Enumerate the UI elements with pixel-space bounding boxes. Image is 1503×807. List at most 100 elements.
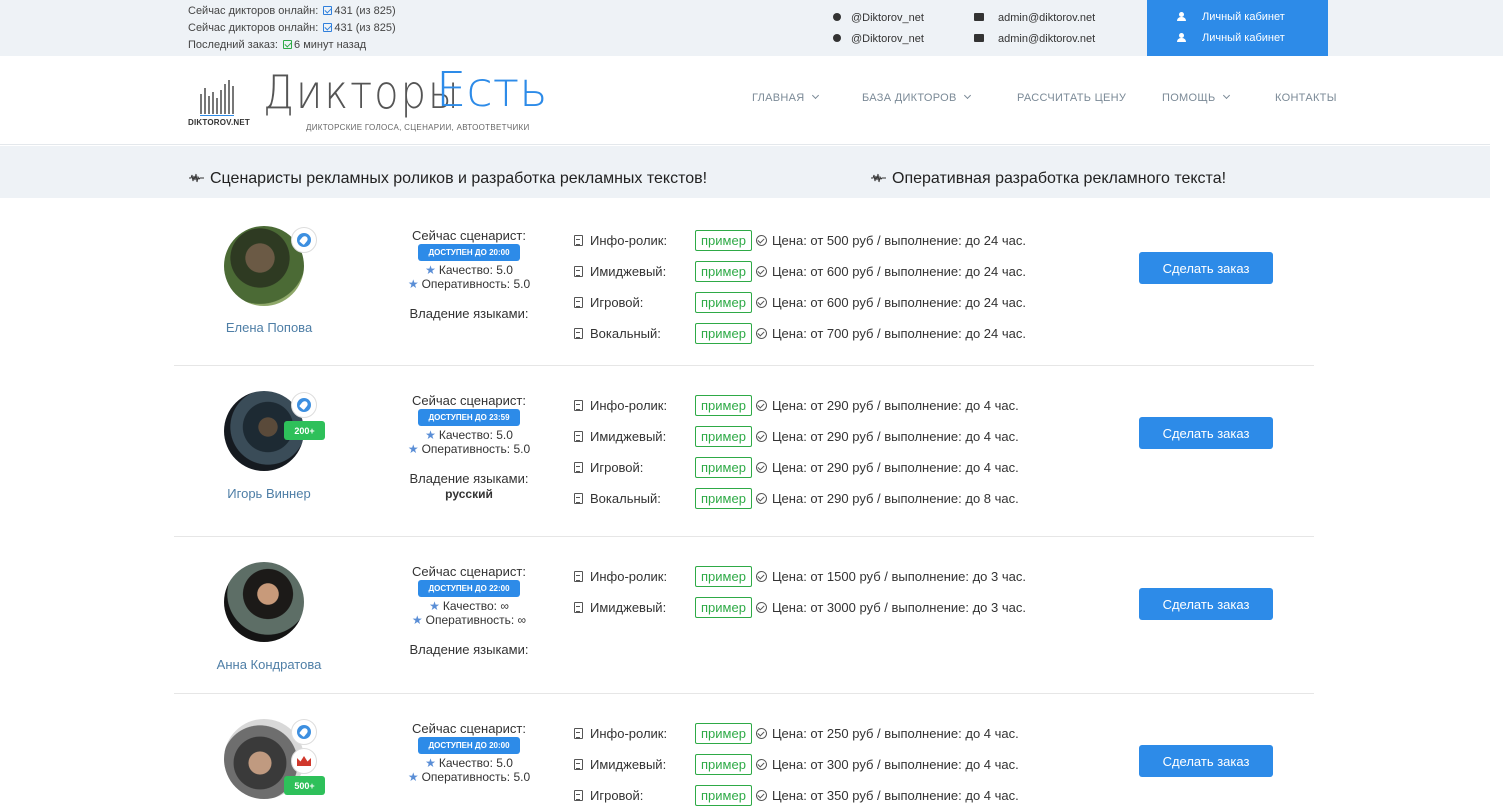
cabinet-link[interactable]: Личный кабинет [1147, 27, 1328, 48]
document-icon [574, 790, 583, 801]
cabinet-block: Личный кабинет Личный кабинет [1147, 0, 1328, 56]
speed-label: Оперативность: [421, 442, 511, 456]
star-icon: ★ [407, 770, 419, 784]
languages-label: Владение языками: [409, 306, 529, 321]
order-button[interactable]: Сделать заказ [1139, 252, 1273, 284]
price-text: Цена: от 700 руб / выполнение: до 24 час… [771, 326, 1026, 341]
example-button[interactable]: пример [695, 230, 752, 251]
price-text: Цена: от 250 руб / выполнение: до 4 час. [771, 726, 1019, 741]
clock-check-icon [755, 571, 767, 582]
example-button[interactable]: пример [695, 785, 752, 806]
status-label: Сейчас сценарист: [412, 228, 526, 243]
writer-card: Анна Кондратова Сейчас сценарист: ДОСТУП… [174, 537, 1314, 694]
writer-name[interactable]: Игорь Виннер [174, 486, 364, 501]
price-type: Инфо-ролик: [590, 233, 668, 248]
example-button[interactable]: пример [695, 261, 752, 282]
checkbox-icon [323, 6, 333, 15]
online-stats: Сейчас дикторов онлайн: 431 (из 825) Сей… [188, 3, 396, 54]
price-text: Цена: от 1500 руб / выполнение: до 3 час… [771, 569, 1026, 584]
document-icon [574, 297, 583, 308]
availability-badge: ДОСТУПЕН ДО 23:59 [418, 409, 520, 426]
writer-card: 500+ Сейчас сценарист: ДОСТУПЕН ДО 20:00… [174, 694, 1314, 807]
price-text: Цена: от 600 руб / выполнение: до 24 час… [771, 264, 1026, 279]
quality-value: 5.0 [496, 756, 513, 770]
price-row: Инфо-ролик: пример Цена: от 1500 руб / вып… [574, 561, 1094, 592]
order-button[interactable]: Сделать заказ [1139, 417, 1273, 449]
cabinet-link[interactable]: Личный кабинет [1147, 6, 1328, 27]
example-button[interactable]: пример [695, 426, 752, 447]
clock-check-icon [755, 462, 767, 473]
logo-tagline: ДИКТОРСКИЕ ГОЛОСА, СЦЕНАРИИ, АВТООТВЕТЧИ… [306, 123, 530, 132]
nav-label: БАЗА ДИКТОРОВ [862, 92, 957, 104]
price-row: Инфо-ролик: пример Цена: от 250 руб / выпо… [574, 718, 1094, 749]
clock-check-icon [755, 790, 767, 801]
nav-main[interactable]: ГЛАВНАЯ [752, 91, 819, 104]
document-icon [574, 462, 583, 473]
quality-rating: ★ Качество: 5.0 [374, 428, 564, 442]
price-type: Инфо-ролик: [590, 569, 668, 584]
writer-card: 200+ Игорь Виннер Сейчас сценарист: ДОСТ… [174, 366, 1314, 537]
clock-check-icon [755, 297, 767, 308]
stat-value: 431 (из 825) [334, 22, 396, 34]
orders-badge: 500+ [284, 776, 325, 795]
speed-value: 5.0 [513, 277, 531, 291]
order-button[interactable]: Сделать заказ [1139, 588, 1273, 620]
email-link[interactable]: admin@diktorov.net [974, 29, 1095, 50]
price-text: Цена: от 290 руб / выполнение: до 4 час. [771, 398, 1019, 413]
example-button[interactable]: пример [695, 488, 752, 509]
status-label: Сейчас сценарист: [412, 564, 526, 579]
price-list: Инфо-ролик: пример Цена: от 290 руб / выпо… [574, 390, 1094, 514]
stat-row: Последний заказ: 6 минут назад [188, 37, 396, 54]
nav-contacts[interactable]: КОНТАКТЫ [1275, 92, 1337, 104]
writer-name[interactable]: Елена Попова [174, 320, 364, 335]
document-icon [574, 571, 583, 582]
telegram-label: @Diktorov_net [851, 33, 924, 45]
mail-icon [974, 34, 984, 42]
rocket-icon [291, 392, 317, 418]
example-button[interactable]: пример [695, 395, 752, 416]
email-links: admin@diktorov.net admin@diktorov.net [974, 8, 1095, 50]
price-type: Инфо-ролик: [590, 398, 668, 413]
quality-label: Качество: [438, 756, 493, 770]
nav-speakers[interactable]: БАЗА ДИКТОРОВ [862, 91, 971, 104]
order-button[interactable]: Сделать заказ [1139, 745, 1273, 777]
orders-badge: 200+ [284, 421, 325, 440]
example-button[interactable]: пример [695, 597, 752, 618]
telegram-link[interactable]: @Diktorov_net [833, 29, 924, 50]
chevron-down-icon [811, 91, 819, 100]
nav-calculate[interactable]: РАССЧИТАТЬ ЦЕНУ [1017, 92, 1126, 104]
speed-rating: ★ Оперативность: 5.0 [374, 442, 564, 456]
quality-label: Качество: [438, 263, 493, 277]
email-label: admin@diktorov.net [998, 12, 1096, 24]
clock-check-icon [755, 235, 767, 246]
rocket-icon [291, 719, 317, 745]
speed-rating: ★ Оперативность: 5.0 [374, 770, 564, 784]
example-button[interactable]: пример [695, 723, 752, 744]
example-button[interactable]: пример [695, 754, 752, 775]
email-link[interactable]: admin@diktorov.net [974, 8, 1095, 29]
avatar[interactable] [224, 562, 304, 642]
telegram-link[interactable]: @Diktorov_net [833, 8, 924, 29]
example-button[interactable]: пример [695, 292, 752, 313]
price-type: Имиджевый: [590, 429, 667, 444]
example-button[interactable]: пример [695, 457, 752, 478]
speed-value: 5.0 [513, 770, 531, 784]
status-label: Сейчас сценарист: [412, 721, 526, 736]
nav-help[interactable]: ПОМОЩЬ [1162, 91, 1230, 104]
example-button[interactable]: пример [695, 323, 752, 344]
writer-status: Сейчас сценарист: ДОСТУПЕН ДО 22:00 ★ Кач… [374, 564, 564, 657]
telegram-links: @Diktorov_net @Diktorov_net [833, 8, 924, 50]
speed-rating: ★ Оперативность: ∞ [374, 613, 564, 627]
price-row: Вокальный: пример Цена: от 700 руб / выпол… [574, 318, 1094, 349]
price-type: Игровой: [590, 295, 644, 310]
writer-status: Сейчас сценарист: ДОСТУПЕН ДО 23:59 ★ Кач… [374, 393, 564, 503]
price-row: Игровой: пример Цена: от 350 руб / выполне… [574, 780, 1094, 807]
clock-check-icon [755, 493, 767, 504]
example-button[interactable]: пример [695, 566, 752, 587]
writer-card: Елена Попова Сейчас сценарист: ДОСТУПЕН … [174, 198, 1314, 366]
site-logo[interactable]: DIKTOROV.NET Дикторы Есть ДИКТОРСКИЕ ГОЛ… [188, 62, 547, 134]
section-title-left: Сценаристы рекламных роликов и разработк… [189, 170, 707, 188]
logo-word-diktory: Дикторы [263, 66, 461, 120]
price-type: Инфо-ролик: [590, 726, 668, 741]
writer-name[interactable]: Анна Кондратова [174, 657, 364, 672]
